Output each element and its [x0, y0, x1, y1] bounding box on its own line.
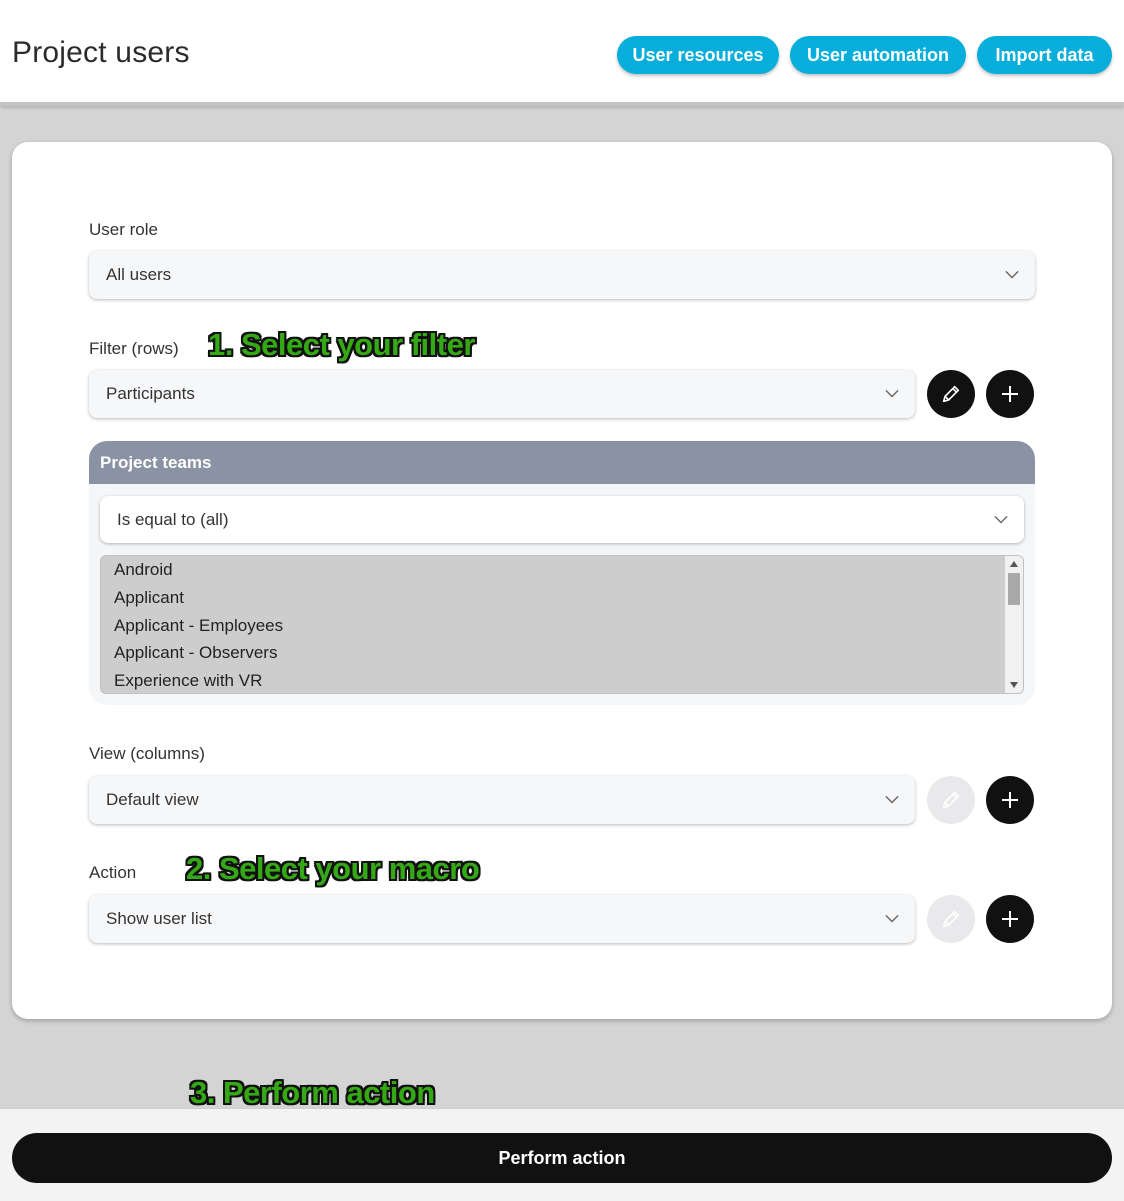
annotation-step-3: 3. Perform action: [190, 1075, 435, 1110]
plus-icon: [1002, 386, 1018, 402]
edit-action-button[interactable]: [927, 895, 975, 943]
add-action-button[interactable]: [986, 895, 1034, 943]
listbox-scrollbar[interactable]: [1005, 556, 1023, 693]
filter-select[interactable]: Participants: [89, 370, 915, 418]
user-role-value: All users: [106, 265, 172, 284]
pencil-icon: [942, 791, 960, 809]
plus-icon: [1002, 911, 1018, 927]
plus-icon: [1002, 792, 1018, 808]
action-value: Show user list: [106, 909, 212, 928]
project-teams-listbox[interactable]: Android Applicant Applicant - Employees …: [100, 555, 1024, 694]
scroll-thumb[interactable]: [1008, 573, 1020, 605]
chevron-down-icon: [885, 389, 899, 398]
edit-view-button[interactable]: [927, 776, 975, 824]
perform-action-button[interactable]: Perform action: [12, 1133, 1112, 1183]
filter-value: Participants: [106, 384, 195, 403]
add-filter-button[interactable]: [986, 370, 1034, 418]
edit-filter-button[interactable]: [927, 370, 975, 418]
chevron-down-icon: [885, 914, 899, 923]
list-item[interactable]: Applicant - Employees: [101, 612, 1023, 640]
user-automation-button[interactable]: User automation: [790, 36, 966, 74]
scroll-up-icon[interactable]: [1010, 561, 1018, 567]
chevron-down-icon: [885, 795, 899, 804]
list-item[interactable]: Android: [101, 556, 1023, 584]
project-teams-panel: Project teams Is equal to (all) Android …: [89, 441, 1035, 705]
list-item[interactable]: Applicant - Observers: [101, 639, 1023, 667]
footer-bar: Perform action: [0, 1108, 1124, 1201]
user-resources-button[interactable]: User resources: [617, 36, 779, 74]
chevron-down-icon: [1005, 270, 1019, 279]
filter-label: Filter (rows): [89, 339, 179, 358]
page-title: Project users: [12, 36, 190, 69]
user-role-select[interactable]: All users: [89, 251, 1035, 299]
add-view-button[interactable]: [986, 776, 1034, 824]
scroll-down-icon[interactable]: [1010, 682, 1018, 688]
user-role-label: User role: [89, 220, 158, 239]
view-label: View (columns): [89, 744, 205, 763]
annotation-step-2: 2. Select your macro: [186, 851, 480, 886]
pencil-icon: [942, 385, 960, 403]
action-label: Action: [89, 863, 137, 882]
list-item[interactable]: Applicant: [101, 584, 1023, 612]
page-header: Project users User resources User automa…: [0, 0, 1124, 106]
annotation-step-1: 1. Select your filter: [208, 327, 475, 362]
list-item[interactable]: Experience with VR: [101, 667, 1023, 693]
operator-select[interactable]: Is equal to (all): [100, 496, 1024, 543]
import-data-button[interactable]: Import data: [977, 36, 1112, 74]
action-select[interactable]: Show user list: [89, 895, 915, 943]
pencil-icon: [942, 910, 960, 928]
view-select[interactable]: Default view: [89, 776, 915, 824]
view-value: Default view: [106, 790, 199, 809]
operator-value: Is equal to (all): [117, 509, 229, 529]
settings-card: User role All users Filter (rows) 1. Sel…: [12, 142, 1112, 1019]
project-teams-title: Project teams: [89, 441, 1035, 484]
chevron-down-icon: [994, 515, 1008, 524]
